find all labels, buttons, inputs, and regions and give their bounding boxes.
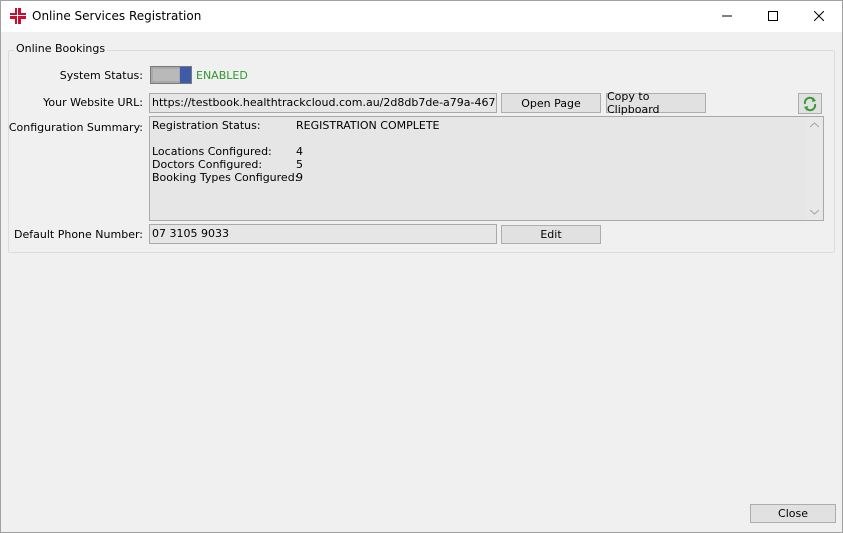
- summary-key: Booking Types Configured:: [152, 171, 299, 184]
- system-status-label: System Status:: [59, 69, 143, 82]
- refresh-button[interactable]: [798, 93, 822, 114]
- summary-key: Doctors Configured:: [152, 158, 263, 171]
- system-status-value: ENABLED: [196, 69, 248, 82]
- close-icon: [814, 11, 824, 21]
- minimize-icon: [722, 15, 732, 17]
- maximize-button[interactable]: [750, 1, 796, 31]
- config-summary-box[interactable]: Registration Status: REGISTRATION COMPLE…: [149, 116, 824, 221]
- system-status-toggle[interactable]: [150, 66, 192, 84]
- copy-to-clipboard-button[interactable]: Copy to Clipboard: [606, 90, 706, 116]
- group-legend: Online Bookings: [14, 42, 108, 55]
- window-title: Online Services Registration: [32, 9, 202, 23]
- scroll-up-icon: [810, 122, 819, 128]
- title-bar: Online Services Registration: [1, 1, 842, 32]
- scroll-down-icon: [810, 209, 819, 215]
- medical-cross-icon: [10, 8, 26, 24]
- website-url-field[interactable]: https://testbook.healthtrackcloud.com.au…: [149, 93, 497, 113]
- summary-value: 4: [296, 145, 303, 158]
- summary-key: Registration Status:: [152, 119, 261, 132]
- minimize-button[interactable]: [704, 1, 750, 31]
- close-button[interactable]: Close: [750, 504, 836, 523]
- refresh-icon: [803, 96, 817, 111]
- open-page-button[interactable]: Open Page: [501, 93, 601, 113]
- close-window-button[interactable]: [796, 1, 842, 31]
- default-phone-label: Default Phone Number:: [14, 228, 143, 241]
- summary-value: 5: [296, 158, 303, 171]
- summary-scrollbar[interactable]: [806, 117, 823, 220]
- maximize-icon: [768, 11, 778, 21]
- app-window: Online Services Registration Online Book…: [0, 0, 843, 533]
- edit-phone-button[interactable]: Edit: [501, 225, 601, 244]
- config-summary-label: Configuration Summary:: [8, 121, 143, 134]
- website-url-label: Your Website URL:: [43, 96, 143, 109]
- default-phone-field[interactable]: 07 3105 9033: [149, 224, 497, 244]
- summary-value: REGISTRATION COMPLETE: [296, 119, 440, 132]
- summary-value: 9: [296, 171, 303, 184]
- summary-key: Locations Configured:: [152, 145, 272, 158]
- toggle-knob: [180, 67, 191, 83]
- toggle-track: [153, 69, 179, 81]
